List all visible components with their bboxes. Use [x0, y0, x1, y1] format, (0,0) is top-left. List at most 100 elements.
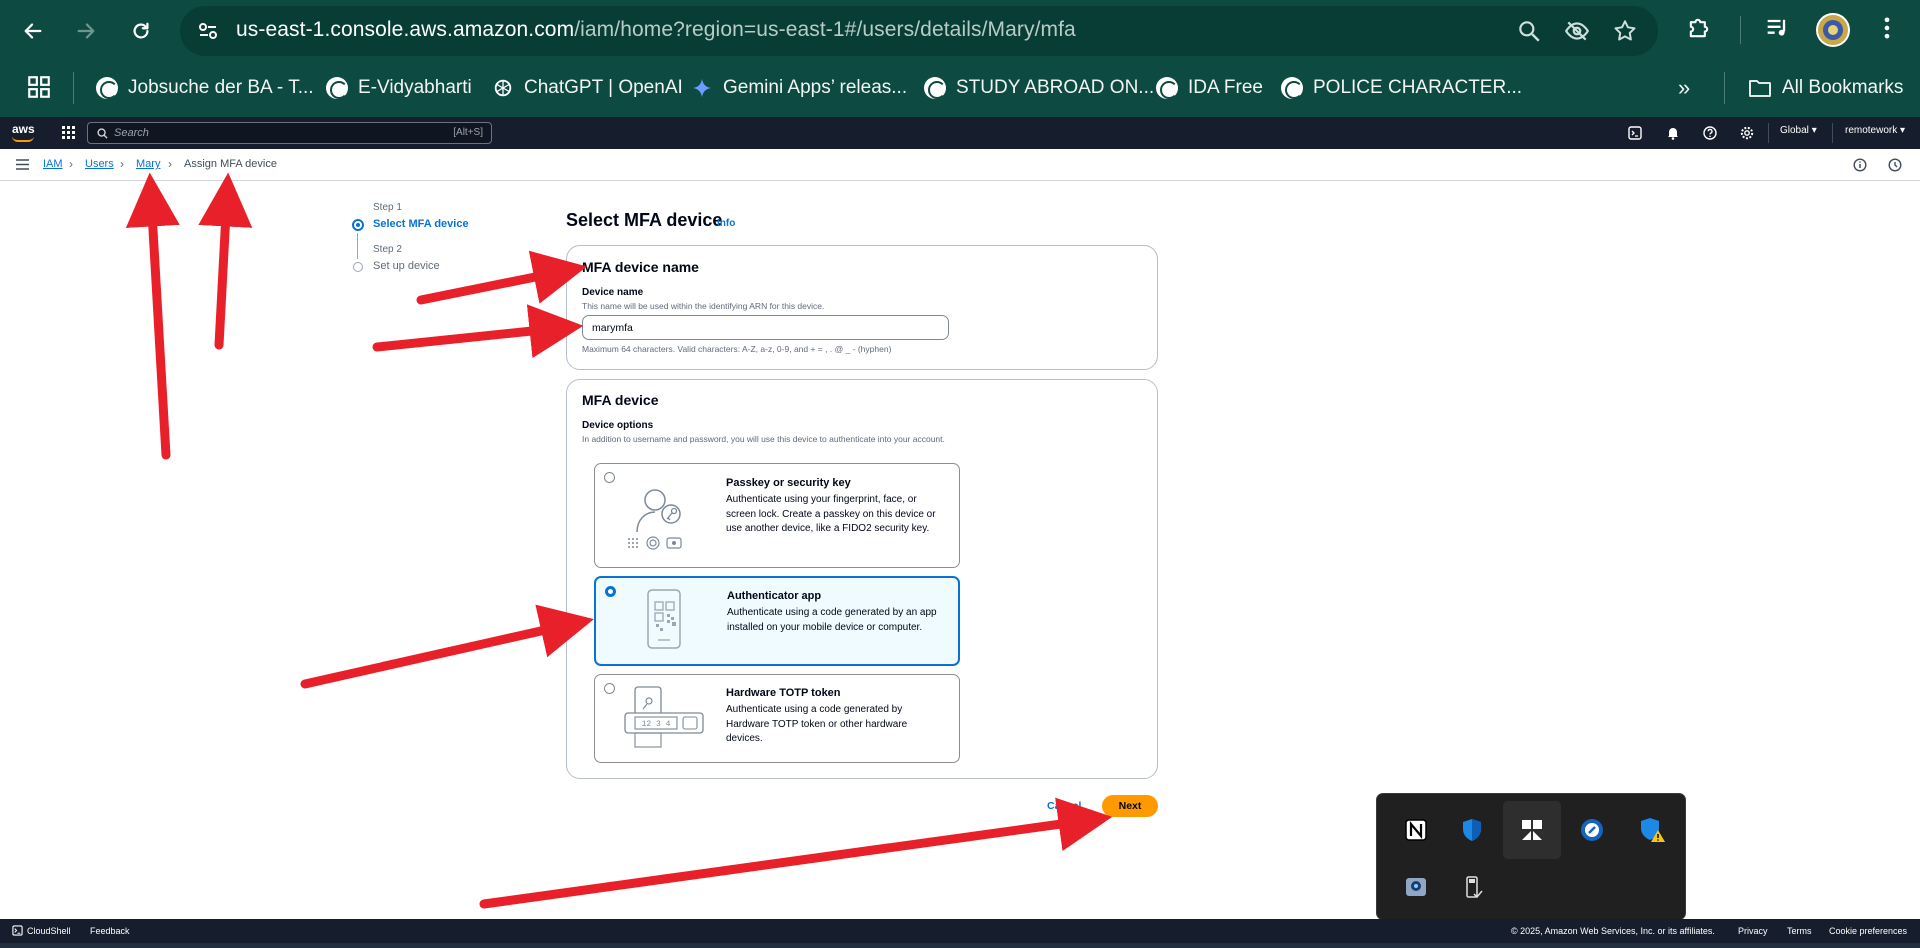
option-passkey[interactable]: Passkey or security key Authenticate usi…: [594, 463, 960, 568]
footer-privacy[interactable]: Privacy: [1738, 926, 1768, 936]
step-1-label: Step 1: [373, 202, 402, 213]
back-arrow-icon: [24, 23, 42, 39]
info-panel-icon[interactable]: [1853, 158, 1867, 172]
shield-warning-icon: [1641, 818, 1665, 842]
tray-security-warning[interactable]: [1623, 801, 1681, 859]
app-logo-icon: [1522, 820, 1542, 840]
eye-off-icon[interactable]: [1564, 18, 1590, 44]
globe-icon: [96, 77, 118, 99]
hamburger-menu-icon[interactable]: [16, 159, 29, 170]
passkey-illustration-icon: [628, 489, 682, 550]
webcam-icon: [1406, 878, 1426, 896]
region-selector[interactable]: Global ▾: [1780, 125, 1817, 136]
back-button[interactable]: [15, 13, 51, 49]
wrench-circle-icon: [1581, 819, 1603, 841]
option-hardware-totp[interactable]: 12 3 4 Hardware TOTP token Authenticate …: [594, 674, 960, 763]
tray-app-highlight[interactable]: [1503, 801, 1561, 859]
shield-icon: [1463, 819, 1481, 841]
bookmark-item[interactable]: Jobsuche der BA - T...: [96, 74, 314, 102]
recent-history-icon[interactable]: [1888, 158, 1902, 172]
browser-chrome: us-east-1.console.aws.amazon.com/iam/hom…: [0, 0, 1920, 117]
breadcrumb-iam[interactable]: IAM: [43, 158, 63, 170]
bookmarks-overflow-button[interactable]: »: [1678, 74, 1690, 102]
radio-authenticator-app[interactable]: [605, 586, 616, 597]
services-grid-icon[interactable]: [62, 126, 76, 140]
info-link[interactable]: Info: [717, 218, 735, 229]
aws-top-nav: aws Search [Alt+S] Global ▾ remotework ▾: [0, 117, 1920, 149]
extensions-icon[interactable]: [1685, 14, 1713, 42]
bookmark-item[interactable]: E-Vidyabharti: [326, 74, 472, 102]
zoom-icon[interactable]: [1516, 18, 1542, 44]
globe-icon: [924, 77, 946, 99]
caret-down-icon: ▾: [1900, 125, 1906, 136]
cloudshell-icon[interactable]: [1628, 126, 1642, 140]
aws-smile-icon: [12, 136, 34, 142]
profile-avatar[interactable]: [1816, 13, 1850, 47]
tray-usb-device[interactable]: [1443, 858, 1501, 916]
step-1-name[interactable]: Select MFA device: [373, 218, 469, 230]
folder-icon: [1749, 80, 1771, 97]
reload-button[interactable]: [123, 13, 159, 49]
bookmark-item[interactable]: Gemini Apps’ releas...: [691, 74, 907, 102]
nav-divider: [1832, 123, 1833, 143]
settings-gear-icon[interactable]: [1740, 126, 1754, 140]
notion-icon: [1405, 819, 1427, 841]
footer-cloudshell[interactable]: CloudShell: [27, 926, 71, 936]
tray-network-tool[interactable]: [1563, 801, 1621, 859]
tray-notion[interactable]: [1387, 801, 1445, 859]
next-button[interactable]: Next: [1102, 795, 1158, 817]
globe-icon: [1156, 77, 1178, 99]
aws-footer: CloudShell Feedback © 2025, Amazon Web S…: [0, 919, 1920, 943]
option-title: Hardware TOTP token: [726, 687, 841, 699]
bookmark-item[interactable]: IDA Free: [1156, 74, 1263, 102]
arrow-to-next-button: [479, 797, 1113, 909]
device-name-input[interactable]: [582, 315, 949, 340]
nav-divider: [1768, 123, 1769, 143]
bookmark-item[interactable]: ChatGPT | OpenAI: [492, 74, 683, 102]
footer-cookie-preferences[interactable]: Cookie preferences: [1829, 926, 1907, 936]
media-control-icon[interactable]: [1763, 14, 1791, 42]
globe-icon: [1281, 77, 1303, 99]
breadcrumb-mary[interactable]: Mary: [136, 158, 160, 170]
account-menu[interactable]: remotework ▾: [1845, 125, 1905, 136]
all-bookmarks-button[interactable]: All Bookmarks: [1748, 74, 1903, 102]
forward-button[interactable]: [68, 13, 104, 49]
site-settings-icon[interactable]: [196, 19, 220, 43]
emblem-icon: [1823, 20, 1843, 40]
more-menu-icon[interactable]: [1873, 14, 1901, 42]
apps-grid-icon[interactable]: [26, 74, 52, 100]
star-icon[interactable]: [1612, 18, 1638, 44]
notifications-bell-icon[interactable]: [1666, 126, 1680, 140]
chevron-right-icon: ›: [120, 157, 124, 171]
radio-passkey[interactable]: [604, 472, 615, 483]
aws-logo[interactable]: aws: [12, 122, 35, 142]
url-text: us-east-1.console.aws.amazon.com/iam/hom…: [236, 18, 1076, 41]
chevron-right-icon: ›: [69, 157, 73, 171]
device-name-description: This name will be used within the identi…: [582, 301, 825, 311]
tray-camera-app[interactable]: [1387, 858, 1445, 916]
hardware-token-illustration-icon: 12 3 4: [624, 686, 704, 748]
address-bar[interactable]: us-east-1.console.aws.amazon.com/iam/hom…: [180, 6, 1658, 56]
mfa-device-panel: MFA device Device options In addition to…: [566, 379, 1158, 779]
arrow-to-mfa-device-name: [416, 250, 588, 305]
arrow-to-authenticator-app: [300, 604, 594, 689]
device-options-description: In addition to username and password, yo…: [582, 434, 945, 444]
system-tray-overflow: [1376, 793, 1686, 920]
globe-icon: [326, 77, 348, 99]
option-description: Authenticate using a code generated by a…: [727, 607, 937, 633]
bookmark-item[interactable]: POLICE CHARACTER...: [1281, 74, 1522, 102]
radio-hardware-totp[interactable]: [604, 683, 615, 694]
breadcrumb-users[interactable]: Users: [85, 158, 114, 170]
tray-defender[interactable]: [1443, 801, 1501, 859]
footer-terms[interactable]: Terms: [1787, 926, 1812, 936]
footer-feedback[interactable]: Feedback: [90, 926, 130, 936]
aws-search-input[interactable]: Search [Alt+S]: [87, 122, 492, 144]
bookmark-item[interactable]: STUDY ABROAD ON...: [924, 74, 1154, 102]
page-title: Select MFA device: [566, 210, 723, 230]
step-2-label: Step 2: [373, 244, 402, 255]
cancel-button[interactable]: Cancel: [1047, 800, 1081, 812]
token-digits: 12 3 4: [642, 720, 671, 729]
help-icon[interactable]: [1703, 126, 1717, 140]
option-authenticator-app[interactable]: Authenticator app Authenticate using a c…: [594, 576, 960, 666]
breadcrumb-current: Assign MFA device: [184, 158, 277, 170]
